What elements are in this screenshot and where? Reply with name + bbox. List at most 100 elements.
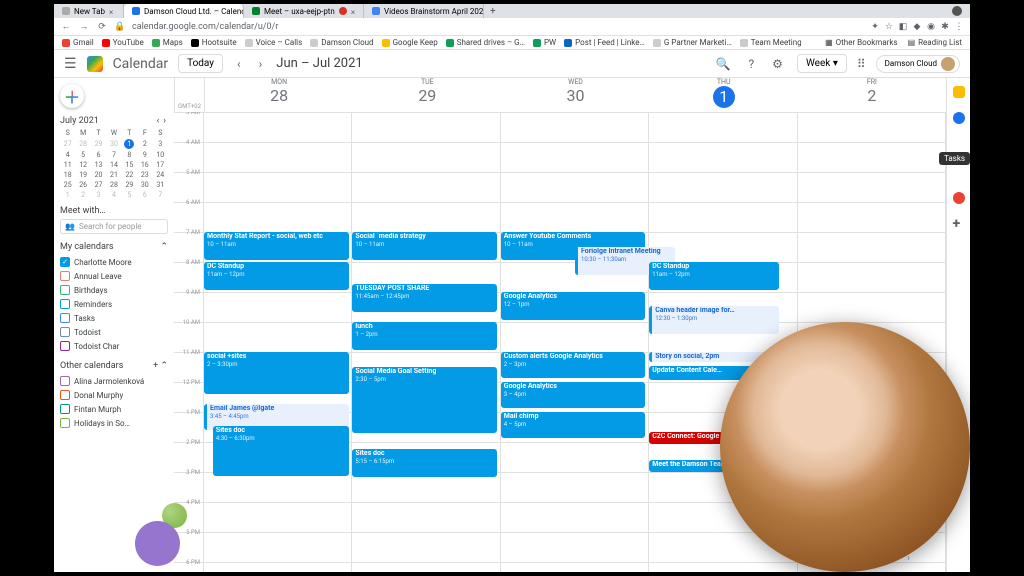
settings-icon[interactable]: ⚙: [768, 57, 787, 71]
calendar-item[interactable]: Reminders: [60, 297, 168, 311]
browser-tab[interactable]: Meet – uxa-eejp-ptn×: [244, 4, 364, 18]
calendar-event[interactable]: DC Standup11am – 12pm: [204, 262, 349, 290]
bookmark[interactable]: Post | Feed | Linke…: [564, 38, 645, 47]
day-header[interactable]: MON28: [205, 78, 353, 112]
calendar-event[interactable]: lunch1 – 2pm: [352, 322, 497, 350]
calendar-event[interactable]: Google Analytics12 – 1pm: [501, 292, 646, 320]
help-icon[interactable]: ?: [745, 57, 759, 71]
prev-button[interactable]: ‹: [233, 57, 245, 71]
profile-avatar[interactable]: [952, 6, 962, 16]
main-menu-icon[interactable]: ☰: [64, 56, 77, 72]
calendar-event[interactable]: Sites doc4:30 – 6:30pm: [213, 426, 349, 476]
day-header[interactable]: WED30: [501, 78, 649, 112]
tooltip: Tasks: [939, 152, 970, 165]
reload-button[interactable]: ⟳: [96, 22, 108, 32]
bookmark[interactable]: Shared drives – G…: [446, 38, 525, 47]
clock-icon[interactable]: [953, 192, 965, 204]
app-title: Calendar: [113, 56, 169, 72]
calendar-item[interactable]: Alina Jarmolenková: [60, 374, 168, 388]
bookmarks-bar: Gmail YouTube Maps Hootsuite Voice – Calls Da…: [54, 36, 970, 50]
browser-tabstrip: New Tab× Damson Cloud Ltd. – Calendar× M…: [54, 4, 970, 18]
chevron-up-icon[interactable]: ⌃: [160, 361, 168, 371]
bookmark[interactable]: Voice – Calls: [245, 38, 303, 47]
mini-calendar[interactable]: SMTWTFS 27282930123456789101112131415161…: [60, 128, 168, 200]
search-people-input[interactable]: 👥 Search for people: [60, 219, 168, 234]
bookmark[interactable]: PW: [533, 38, 556, 47]
calendar-header: ☰ Calendar Today ‹ › Jun – Jul 2021 🔍 ? …: [54, 50, 970, 78]
account-chip[interactable]: Damson Cloud: [876, 55, 960, 73]
extension-icon[interactable]: ◉: [926, 22, 936, 32]
other-bookmarks[interactable]: ▦ Other Bookmarks: [825, 38, 897, 47]
bookmark[interactable]: Gmail: [62, 38, 94, 47]
star-icon[interactable]: ☆: [884, 22, 894, 32]
day-header[interactable]: THU1: [650, 78, 798, 112]
search-icon[interactable]: 🔍: [712, 57, 735, 71]
calendar-event[interactable]: Google Analytics3 – 4pm: [501, 382, 646, 408]
mini-next[interactable]: ›: [161, 116, 168, 126]
browser-tab[interactable]: Videos Brainstorm April 2021×: [364, 4, 484, 18]
close-icon[interactable]: ×: [351, 8, 355, 14]
view-selector[interactable]: Week ▾: [797, 54, 847, 73]
calendar-event[interactable]: Social Media Goal Setting2:30 – 5pm: [352, 367, 497, 433]
mini-month-label: July 2021: [60, 116, 99, 126]
sidebar: ＋ July 2021 ‹› SMTWTFS 27282930123456789…: [54, 78, 174, 572]
url-field[interactable]: calendar.google.com/calendar/u/0/r: [132, 22, 864, 32]
calendar-event[interactable]: social +sites2 – 3:30pm: [204, 352, 349, 394]
add-calendar-icon[interactable]: +: [153, 361, 158, 371]
calendar-event[interactable]: Mail chimp4 – 5pm: [501, 412, 646, 438]
calendar-item[interactable]: Birthdays: [60, 283, 168, 297]
address-bar: ← → ⟳ 🔒 calendar.google.com/calendar/u/0…: [54, 18, 970, 36]
avatar: [941, 57, 955, 71]
create-button[interactable]: ＋: [60, 84, 84, 108]
my-calendars-label[interactable]: My calendars: [60, 242, 114, 252]
forward-button[interactable]: →: [78, 21, 90, 32]
extensions-icon[interactable]: ✱: [940, 22, 950, 32]
calendar-item[interactable]: Todoist: [60, 325, 168, 339]
extension-icon[interactable]: ◆: [912, 22, 922, 32]
close-icon[interactable]: ×: [109, 8, 115, 14]
calendar-event[interactable]: Custom alerts Google Analytics2 – 3pm: [501, 352, 646, 378]
next-button[interactable]: ›: [255, 57, 267, 71]
extension-icon[interactable]: ◧: [898, 22, 908, 32]
keep-icon[interactable]: [953, 86, 965, 98]
calendar-event[interactable]: TUESDAY POST SHARE11:45am – 12:45pm: [352, 284, 497, 312]
add-addon-icon[interactable]: +: [953, 218, 965, 230]
chevron-up-icon[interactable]: ⌃: [160, 242, 168, 252]
day-header[interactable]: TUE29: [353, 78, 501, 112]
new-tab-button[interactable]: +: [484, 6, 502, 17]
extension-icon[interactable]: ✦: [870, 22, 880, 32]
calendar-item[interactable]: Holidays in So…: [60, 416, 168, 430]
calendar-event[interactable]: Sites doc5:15 – 6:15pm: [352, 449, 497, 477]
recording-icon: [339, 7, 347, 15]
calendar-item[interactable]: Tasks: [60, 311, 168, 325]
calendar-item[interactable]: Todoist Char: [60, 339, 168, 353]
back-button[interactable]: ←: [60, 21, 72, 32]
decoration: [135, 521, 180, 566]
tasks-icon[interactable]: [953, 112, 965, 124]
bookmark[interactable]: Hootsuite: [191, 38, 237, 47]
other-calendars-label[interactable]: Other calendars: [60, 361, 123, 371]
browser-tab[interactable]: Damson Cloud Ltd. – Calendar×: [124, 4, 244, 18]
meet-with-label: Meet with…: [60, 206, 168, 216]
calendar-item[interactable]: Charlotte Moore: [60, 255, 168, 269]
bookmark[interactable]: Team Meeting: [740, 38, 802, 47]
reading-list[interactable]: ▤ Reading List: [908, 38, 962, 47]
today-button[interactable]: Today: [178, 54, 223, 73]
apps-icon[interactable]: ⠿: [857, 57, 866, 71]
timezone-label: GMT+02: [175, 78, 205, 112]
day-header[interactable]: FRI2: [798, 78, 946, 112]
calendar-item[interactable]: Donal Murphy: [60, 388, 168, 402]
calendar-event[interactable]: DC Standup11am – 12pm: [649, 262, 779, 290]
calendar-event[interactable]: Monthly Stat Report - social, web etc10 …: [204, 232, 349, 260]
calendar-event[interactable]: Canva header image for…12:30 – 1:30pm: [649, 306, 779, 334]
calendar-event[interactable]: Social `media strategy10 – 11am: [352, 232, 497, 260]
bookmark[interactable]: Damson Cloud: [310, 38, 373, 47]
bookmark[interactable]: Google Keep: [382, 38, 438, 47]
calendar-item[interactable]: Annual Leave: [60, 269, 168, 283]
bookmark[interactable]: YouTube: [102, 38, 144, 47]
menu-icon[interactable]: ⋮: [954, 22, 964, 32]
calendar-item[interactable]: Fintan Murph: [60, 402, 168, 416]
bookmark[interactable]: Maps: [152, 38, 183, 47]
browser-tab[interactable]: New Tab×: [54, 4, 124, 18]
bookmark[interactable]: G Partner Marketi…: [653, 38, 732, 47]
